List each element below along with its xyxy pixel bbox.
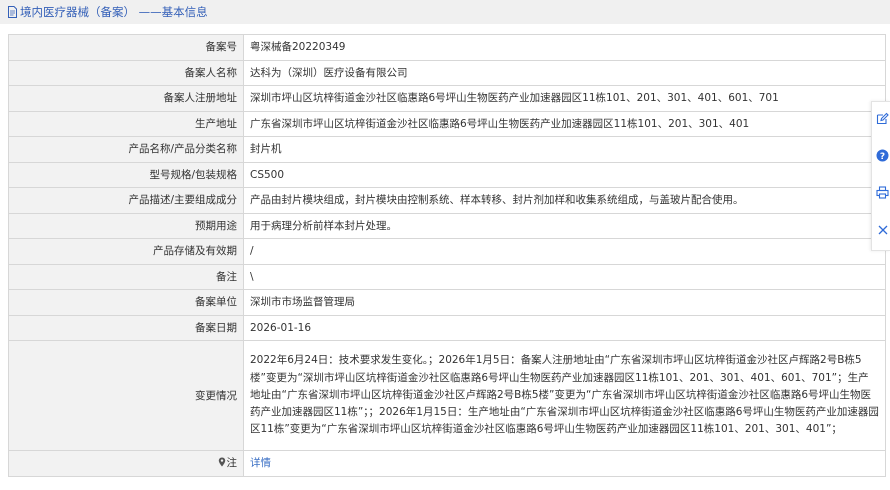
- table-row: 备案号 粤深械备20220349: [8, 34, 886, 61]
- close-icon: [878, 225, 887, 234]
- row-label: 产品名称/产品分类名称: [8, 136, 244, 163]
- row-label: 备案号: [8, 34, 244, 61]
- header-title: 境内医疗器械（备案） ——基本信息: [20, 5, 208, 19]
- table-row: 备案日期 2026-01-16: [8, 314, 886, 341]
- page-header: 境内医疗器械（备案） ——基本信息: [0, 0, 890, 24]
- table-row: 预期用途 用于病理分析前样本封片处理。: [8, 212, 886, 239]
- table-row: 型号规格/包装规格 CS500: [8, 161, 886, 188]
- details-link[interactable]: 详情: [250, 457, 271, 469]
- row-label: 型号规格/包装规格: [8, 161, 244, 188]
- row-value: 达科为（深圳）医疗设备有限公司: [243, 59, 886, 86]
- table-row: 备案单位 深圳市市场监督管理局: [8, 289, 886, 316]
- table-row: 备案人名称 达科为（深圳）医疗设备有限公司: [8, 59, 886, 86]
- print-button[interactable]: [875, 185, 890, 200]
- table-row: 备案人注册地址 深圳市坪山区坑梓街道金沙社区临惠路6号坪山生物医药产业加速器园区…: [8, 85, 886, 112]
- row-value: 深圳市坪山区坑梓街道金沙社区临惠路6号坪山生物医药产业加速器园区11栋101、2…: [243, 85, 886, 112]
- edit-icon: [876, 112, 889, 125]
- row-value: 封片机: [243, 136, 886, 163]
- row-label: 备案人名称: [8, 59, 244, 86]
- table-row: 生产地址 广东省深圳市坪山区坑梓街道金沙社区临惠路6号坪山生物医药产业加速器园区…: [8, 110, 886, 137]
- floating-toolbar: ?: [871, 101, 890, 251]
- help-icon: ?: [876, 149, 889, 162]
- row-value: 用于病理分析前样本封片处理。: [243, 212, 886, 239]
- table-row: 变更情况 2022年6月24日：技术要求发生变化。；2026年1月5日：备案人注…: [8, 340, 886, 451]
- row-label: 产品存储及有效期: [8, 238, 244, 265]
- svg-text:?: ?: [880, 152, 885, 162]
- row-value: 产品由封片模块组成，封片模块由控制系统、样本转移、封片剂加样和收集系统组成，与盖…: [243, 187, 886, 214]
- breadcrumb-title-link[interactable]: 境内医疗器械（备案） ——基本信息: [7, 4, 208, 20]
- table-row: 注 详情: [8, 450, 886, 477]
- row-value: 2026-01-16: [243, 314, 886, 341]
- note-value-cell: 详情: [243, 450, 886, 477]
- row-value: \: [243, 263, 886, 290]
- row-value: 粤深械备20220349: [243, 34, 886, 61]
- location-pin-icon: [218, 457, 225, 467]
- note-label: 注: [226, 457, 238, 470]
- table-row: 产品名称/产品分类名称 封片机: [8, 136, 886, 163]
- change-history-value: 2022年6月24日：技术要求发生变化。；2026年1月5日：备案人注册地址由“…: [243, 340, 886, 451]
- row-value: /: [243, 238, 886, 265]
- row-value: 深圳市市场监督管理局: [243, 289, 886, 316]
- row-value: 广东省深圳市坪山区坑梓街道金沙社区临惠路6号坪山生物医药产业加速器园区11栋10…: [243, 110, 886, 137]
- row-label: 备案人注册地址: [8, 85, 244, 112]
- row-label: 备案单位: [8, 289, 244, 316]
- edit-button[interactable]: [875, 111, 890, 126]
- table-row: 产品存储及有效期 /: [8, 238, 886, 265]
- help-button[interactable]: ?: [875, 148, 890, 163]
- print-icon: [876, 186, 889, 199]
- row-label: 备注: [8, 263, 244, 290]
- close-button[interactable]: [875, 222, 890, 237]
- table-row: 备注 \: [8, 263, 886, 290]
- row-label: 生产地址: [8, 110, 244, 137]
- row-label: 变更情况: [8, 340, 244, 451]
- row-value: CS500: [243, 161, 886, 188]
- row-label: 预期用途: [8, 212, 244, 239]
- row-label: 产品描述/主要组成成分: [8, 187, 244, 214]
- info-table-container: 备案号 粤深械备20220349 备案人名称 达科为（深圳）医疗设备有限公司 备…: [8, 34, 886, 477]
- table-row: 产品描述/主要组成成分 产品由封片模块组成，封片模块由控制系统、样本转移、封片剂…: [8, 187, 886, 214]
- note-label-cell: 注: [8, 450, 244, 477]
- document-icon: [8, 6, 17, 18]
- basic-info-table: 备案号 粤深械备20220349 备案人名称 达科为（深圳）医疗设备有限公司 备…: [8, 34, 886, 477]
- row-label: 备案日期: [8, 314, 244, 341]
